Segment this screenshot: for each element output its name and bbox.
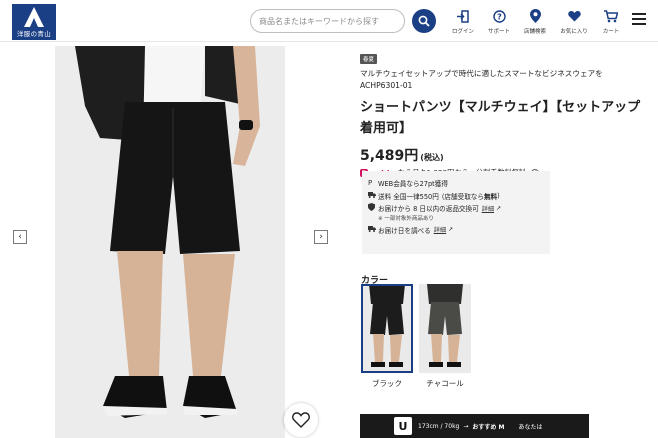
- add-to-favorites-button[interactable]: [284, 403, 318, 437]
- product-description: マルチウェイセットアップで時代に適したスマートなビジネスウェアを: [360, 69, 603, 78]
- charcoal-shorts-thumbnail: [419, 284, 471, 373]
- price-tax-label: (税込): [420, 153, 444, 162]
- search-input[interactable]: [250, 9, 405, 33]
- cart-icon: [604, 9, 618, 22]
- help-icon: ?: [492, 9, 506, 23]
- gallery-next-button[interactable]: ›: [314, 230, 328, 244]
- nav-cart-label: カート: [602, 29, 620, 35]
- product-code: ACHP6301-01: [360, 81, 413, 90]
- color-label-charcoal: チャコール: [426, 379, 464, 388]
- nav-store-search[interactable]: 店舗検索: [515, 9, 555, 35]
- size-recommendation-bar[interactable]: U 173cm / 70kg → おすすめ M あなたは: [360, 414, 589, 438]
- arrow-right-icon: →: [463, 422, 469, 430]
- external-link-icon: ↗: [448, 226, 454, 234]
- nav-favorites[interactable]: お気に入り: [554, 9, 594, 35]
- season-badge: 春夏: [360, 54, 378, 64]
- hamburger-menu-icon[interactable]: [632, 13, 646, 27]
- logo-text: 洋服の青山: [17, 30, 51, 38]
- product-main-image: [55, 46, 285, 438]
- model-wearing-shorts-illustration: [55, 46, 285, 438]
- svg-text:?: ?: [497, 12, 502, 21]
- nav-cart[interactable]: カート: [591, 9, 631, 35]
- shipping-prefix: 送料 全国一律550円: [378, 192, 439, 201]
- delivery-detail-link[interactable]: 詳細: [434, 225, 446, 234]
- fit-recommend: おすすめ M: [472, 423, 505, 431]
- login-icon: [457, 9, 469, 23]
- shipping-close: ): [497, 191, 500, 200]
- benefit-points: P WEB会員なら27pt獲得: [368, 177, 544, 190]
- delivery-text: お届け日を調べる: [378, 226, 431, 235]
- external-link-icon: ↗: [496, 204, 502, 212]
- shield-icon: [368, 203, 378, 213]
- fit-you-label: あなたは: [518, 423, 543, 431]
- return-text: お届けから 8 日以内の返品交換可: [378, 205, 479, 214]
- unisize-logo-icon: U: [394, 417, 412, 435]
- shipping-suffix: (店舗受取なら: [441, 192, 484, 201]
- product-price: 5,489円 (税込): [360, 145, 650, 165]
- chevron-right-icon: ›: [319, 232, 323, 242]
- nav-store-label: 店舗検索: [523, 29, 546, 35]
- nav-support[interactable]: ? サポート: [479, 9, 519, 35]
- nav-support-label: サポート: [487, 29, 510, 35]
- benefit-points-text: WEB会員なら27pt獲得: [378, 180, 448, 189]
- map-pin-icon: [529, 9, 541, 23]
- benefit-returns: お届けから 8 日以内の返品交換可 詳細 ↗: [368, 202, 544, 215]
- gallery-prev-button[interactable]: ‹: [13, 230, 27, 244]
- return-detail-link[interactable]: 詳細: [482, 204, 494, 213]
- truck-icon: [368, 225, 378, 234]
- return-note: ※ 一部対象外商品あり: [378, 215, 434, 222]
- black-shorts-thumbnail: [361, 284, 413, 373]
- color-label-black: ブラック: [372, 379, 402, 388]
- nav-login-label: ログイン: [451, 29, 474, 35]
- heart-icon: [567, 11, 581, 22]
- nav-favorites-label: お気に入り: [560, 29, 588, 35]
- color-swatch-black[interactable]: [361, 284, 413, 373]
- search-icon: [418, 15, 430, 27]
- benefit-shipping: 送料 全国一律550円 (店舗受取なら 無料): [368, 190, 544, 203]
- search-button[interactable]: [412, 9, 436, 33]
- brand-logo[interactable]: 洋服の青山: [12, 4, 56, 40]
- truck-icon: [368, 191, 378, 200]
- chevron-left-icon: ‹: [18, 232, 22, 242]
- color-swatch-charcoal[interactable]: [419, 284, 471, 373]
- benefit-delivery: お届け日を調べる 詳細 ↗: [368, 224, 544, 237]
- logo-mark-icon: [24, 7, 44, 27]
- product-gallery: ‹ ›: [0, 42, 340, 438]
- site-header: 洋服の青山 ログイン ? サポート 店舗検索 お気に入り カート: [0, 0, 658, 42]
- points-icon: P: [368, 179, 373, 188]
- fit-size-info: 173cm / 70kg: [418, 422, 460, 430]
- nav-login[interactable]: ログイン: [443, 9, 483, 35]
- price-value: 5,489円: [360, 148, 419, 164]
- product-info: 春夏 マルチウェイセットアップで時代に適したスマートなビジネスウェアを ACHP…: [360, 46, 650, 178]
- benefits-box: P WEB会員なら27pt獲得 送料 全国一律550円 (店舗受取なら 無料) お…: [362, 171, 550, 254]
- heart-outline-icon: [292, 412, 310, 428]
- shipping-free: 無料: [483, 192, 498, 201]
- product-title: ショートパンツ【マルチウェイ】【セットアップ着用可】: [360, 100, 641, 136]
